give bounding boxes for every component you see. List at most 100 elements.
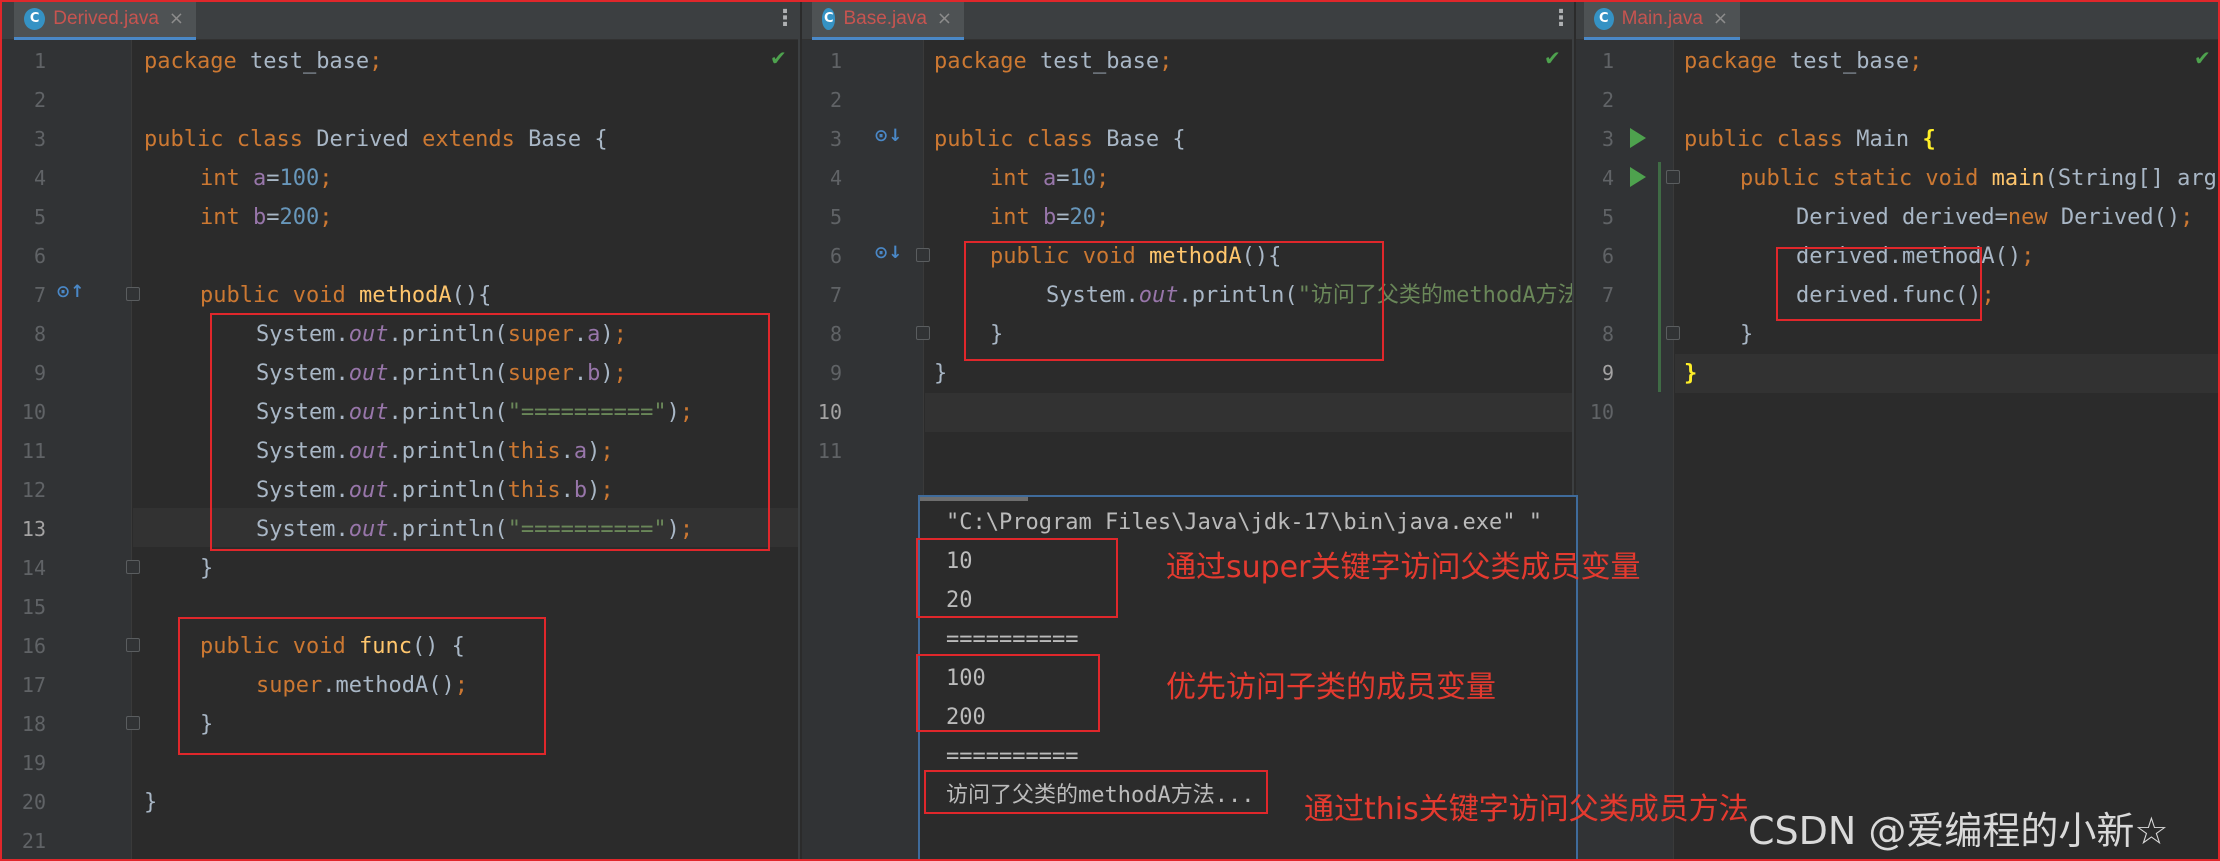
tab-title: Derived.java (53, 7, 159, 29)
code-line: 10 (802, 393, 1572, 432)
highlight-box-calls (1776, 247, 1982, 321)
tab-main-java[interactable]: C Main.java × (1584, 0, 1740, 40)
tab-bar: C Base.java × ⋮ (802, 0, 1572, 40)
more-icon[interactable]: ⋮ (774, 6, 796, 31)
line-number: 20 (21, 790, 46, 814)
tab-bar: C Derived.java × ⋮ (0, 0, 798, 40)
line-number: 3 (33, 127, 46, 151)
code-line: 7 public void methodA(){ (0, 276, 798, 315)
code-line: 4 int a=100; (0, 159, 798, 198)
close-icon[interactable]: × (1713, 8, 1728, 29)
code-line: 9} (1576, 354, 2220, 393)
line-number: 8 (33, 322, 46, 346)
line-number: 15 (21, 595, 46, 619)
code-line: 5 Derived derived=new Derived(); (1576, 198, 2220, 237)
code-line: 2 (0, 81, 798, 120)
code-area[interactable]: 1 package test_base; 2 3 public class Main… (1576, 42, 2220, 861)
highlight-box-super-this (210, 313, 770, 551)
implemented-icon[interactable]: ⊙↓ (874, 126, 903, 146)
console-scroll-indicator (920, 497, 1028, 501)
line-number: 5 (33, 205, 46, 229)
derived-editor[interactable]: C Derived.java × ⋮ ✔ 1 package test_base;… (0, 0, 800, 861)
line-number: 6 (829, 244, 842, 268)
tab-derived-java[interactable]: C Derived.java × (14, 0, 196, 40)
watermark: CSDN @爱编程的小新☆ (1748, 809, 2169, 853)
line-number: 9 (1601, 361, 1614, 385)
line-number: 8 (829, 322, 842, 346)
close-icon[interactable]: × (937, 8, 952, 29)
line-number: 16 (21, 634, 46, 658)
console-command: "C:\Program Files\Java\jdk-17\bin\java.e… (946, 510, 1543, 535)
line-number: 1 (1601, 49, 1614, 73)
line-number: 10 (817, 400, 842, 424)
line-number: 2 (829, 88, 842, 112)
line-number: 17 (21, 673, 46, 697)
line-number: 4 (1601, 166, 1614, 190)
line-number: 8 (1601, 322, 1614, 346)
code-line: 1 package test_base; (1576, 42, 2220, 81)
line-number: 1 (829, 49, 842, 73)
code-line: 21 (0, 822, 798, 861)
fold-marker[interactable] (126, 560, 140, 574)
code-line: 6 (0, 237, 798, 276)
line-number: 6 (33, 244, 46, 268)
line-number: 12 (21, 478, 46, 502)
run-icon[interactable] (1630, 128, 1646, 148)
code-line: 3 public class Derived extends Base { (0, 120, 798, 159)
line-number: 2 (33, 88, 46, 112)
tab-base-java[interactable]: C Base.java × (812, 0, 964, 40)
override-icon[interactable]: ⊙↑ (56, 282, 85, 302)
line-number: 21 (21, 829, 46, 853)
line-number: 4 (33, 166, 46, 190)
fold-marker[interactable] (916, 326, 930, 340)
line-number: 11 (21, 439, 46, 463)
code-line: 5 int b=20; (802, 198, 1572, 237)
fold-marker[interactable] (1666, 170, 1680, 184)
annotation-this-method: 通过this关键字访问父类成员方法 (1304, 792, 1749, 827)
implemented-icon[interactable]: ⊙↓ (874, 243, 903, 263)
tab-title: Main.java (1621, 7, 1703, 29)
fold-marker[interactable] (126, 638, 140, 652)
line-number: 9 (829, 361, 842, 385)
line-number: 9 (33, 361, 46, 385)
code-line: 14} (0, 549, 798, 588)
line-number: 3 (829, 127, 842, 151)
tab-title: Base.java (843, 7, 927, 29)
line-number: 7 (1601, 283, 1614, 307)
run-icon[interactable] (1630, 167, 1646, 187)
main-editor[interactable]: C Main.java × ✔ 1 package test_base; 2 3p… (1576, 0, 2220, 861)
annotation-child-first: 优先访问子类的成员变量 (1166, 670, 1496, 705)
code-line: 2 (802, 81, 1572, 120)
highlight-box-func (178, 617, 546, 755)
highlight-box-child-output (916, 654, 1100, 732)
code-line: 5 int b=200; (0, 198, 798, 237)
line-number: 13 (21, 517, 46, 541)
line-number: 1 (33, 49, 46, 73)
fold-marker[interactable] (916, 248, 930, 262)
code-line: 20} (0, 783, 798, 822)
highlight-box-method-output (924, 770, 1268, 814)
code-line: 1 package test_base; (0, 42, 798, 81)
code-line: 4 int a=10; (802, 159, 1572, 198)
line-number: 14 (21, 556, 46, 580)
java-class-icon: C (822, 7, 836, 30)
annotation-super-field: 通过super关键字访问父类成员变量 (1166, 550, 1641, 585)
code-line: 1 package test_base; (802, 42, 1572, 81)
change-marker (1658, 162, 1661, 392)
line-number: 19 (21, 751, 46, 775)
fold-marker[interactable] (1666, 326, 1680, 340)
code-line: 3 public class Base { (802, 120, 1572, 159)
more-icon[interactable]: ⋮ (1550, 6, 1572, 31)
line-number: 10 (21, 400, 46, 424)
fold-marker[interactable] (126, 287, 140, 301)
tab-bar: C Main.java × (1576, 0, 2220, 40)
highlight-box-super-output (916, 538, 1118, 618)
line-number: 3 (1601, 127, 1614, 151)
line-number: 7 (829, 283, 842, 307)
line-number: 11 (817, 439, 842, 463)
line-number: 2 (1601, 88, 1614, 112)
close-icon[interactable]: × (169, 8, 184, 29)
code-line: 2 (1576, 81, 2220, 120)
fold-marker[interactable] (126, 716, 140, 730)
line-number: 5 (829, 205, 842, 229)
